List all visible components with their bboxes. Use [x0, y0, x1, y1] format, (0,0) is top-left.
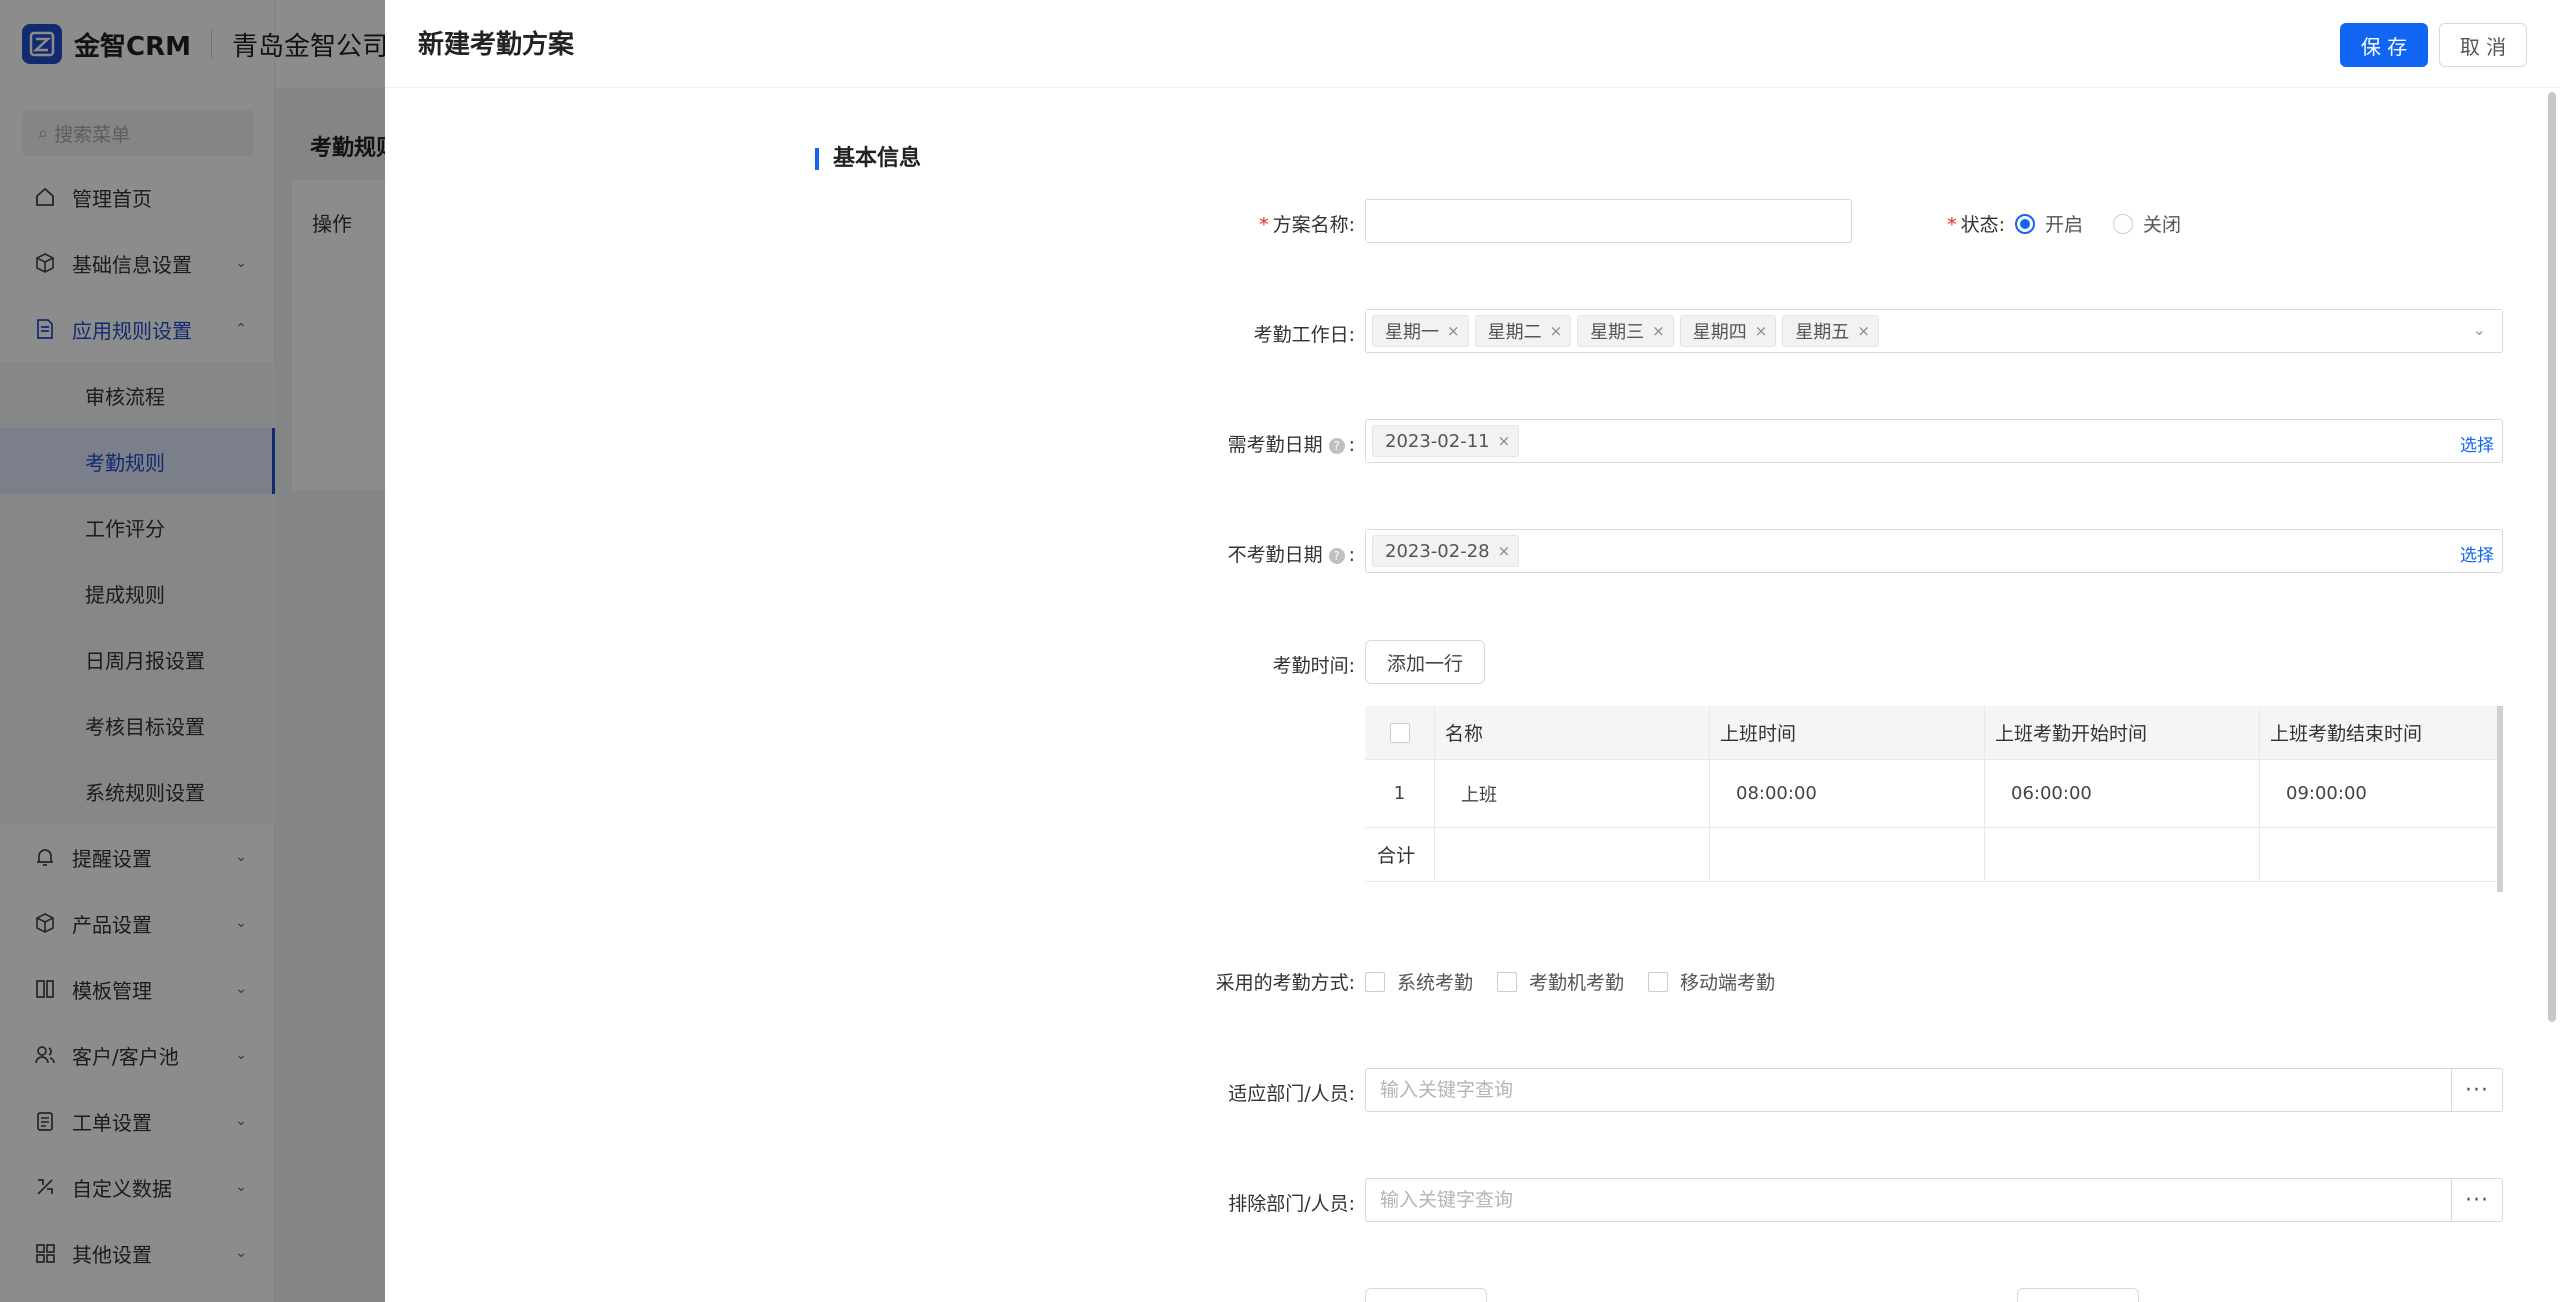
methods-label: 采用的考勤方式:: [1215, 972, 1355, 994]
date-tag: 2023-02-28 ×: [1372, 535, 1520, 567]
no-dates-label: 不考勤日期?:: [1227, 544, 1355, 566]
column-header: 上班考勤结束时间: [2260, 706, 2497, 760]
dept-search-input[interactable]: [1365, 1068, 2451, 1112]
column-header: 上班考勤开始时间: [1985, 706, 2260, 760]
method-mobile-checkbox[interactable]: 移动端考勤: [1648, 968, 1775, 995]
row-check-start-cell[interactable]: 06:00:00: [1985, 760, 2260, 828]
plan-name-input[interactable]: [1365, 199, 1852, 243]
column-header: 名称: [1435, 706, 1710, 760]
row-start-time-cell[interactable]: 08:00:00: [1710, 760, 1985, 828]
radio-unchecked-icon: [2113, 213, 2134, 234]
method-machine-checkbox[interactable]: 考勤机考勤: [1497, 968, 1624, 995]
no-dates-pick-link[interactable]: 选择: [2460, 541, 2494, 566]
summary-cell: [1710, 828, 1985, 882]
workday-tag: 星期二 ×: [1474, 315, 1572, 347]
exclude-label: 排除部门/人员:: [1228, 1193, 1355, 1215]
cancel-button[interactable]: 取 消: [2439, 23, 2527, 67]
checkbox-unchecked-icon: [1365, 971, 1385, 992]
attendance-time-label: 考勤时间:: [1272, 655, 1355, 677]
summary-cell: [1435, 828, 1710, 882]
required-mark: *: [1947, 214, 1957, 236]
need-dates-label: 需考勤日期?:: [1227, 434, 1355, 456]
need-dates-pick-link[interactable]: 选择: [2460, 431, 2494, 456]
workday-tag: 星期四 ×: [1679, 315, 1777, 347]
help-icon[interactable]: ?: [1328, 547, 1345, 564]
table-summary-row: 合计: [1365, 828, 2497, 882]
tag-close-icon[interactable]: ×: [1857, 322, 1870, 340]
tag-close-icon[interactable]: ×: [1755, 322, 1768, 340]
chevron-down-icon: ⌄: [2472, 320, 2486, 339]
status-radio-on[interactable]: 开启: [2015, 210, 2083, 237]
table-row[interactable]: 1 上班 08:00:00 06:00:00 09:00:00: [1365, 760, 2497, 828]
no-dates-field[interactable]: 2023-02-28 × 选择: [1365, 529, 2503, 573]
status-radio-off[interactable]: 关闭: [2113, 210, 2181, 237]
checkbox-unchecked-icon: [1497, 971, 1518, 992]
drawer-title: 新建考勤方案: [418, 30, 575, 60]
summary-cell: [1985, 828, 2260, 882]
section-title-basic-info: 基本信息: [815, 148, 921, 170]
workdays-select[interactable]: 星期一 × 星期二 × 星期三 × 星期四 × 星期五 × ⌄: [1365, 309, 2503, 353]
attendance-time-table: 名称 上班时间 上班考勤开始时间 上班考勤结束时间 1 上班 08:00:00 …: [1365, 706, 2503, 892]
workday-tag: 星期一 ×: [1372, 315, 1469, 347]
row-index: 1: [1365, 760, 1435, 828]
row-name-cell[interactable]: 上班: [1435, 760, 1710, 828]
status-radio-group: 开启 关闭: [2015, 210, 2211, 237]
column-header: 上班时间: [1710, 706, 1985, 760]
workday-tag: 星期三 ×: [1577, 315, 1674, 347]
plan-name-label: * 方案名称:: [1259, 214, 1355, 236]
tag-close-icon[interactable]: ×: [1498, 432, 1511, 450]
drawer-scrollbar[interactable]: [2548, 92, 2556, 1022]
select-all-checkbox[interactable]: [1389, 722, 1410, 743]
dept-more-button[interactable]: ···: [2451, 1068, 2503, 1112]
exclude-more-button[interactable]: ···: [2451, 1178, 2503, 1222]
required-mark: *: [1259, 214, 1269, 236]
summary-label: 合计: [1365, 828, 1435, 882]
exclude-search-input[interactable]: [1365, 1178, 2451, 1222]
methods-checkbox-group: 系统考勤 考勤机考勤 移动端考勤: [1365, 968, 1799, 995]
partial-control[interactable]: [1365, 1288, 1487, 1302]
tag-close-icon[interactable]: ×: [1652, 322, 1665, 340]
need-dates-field[interactable]: 2023-02-11 × 选择: [1365, 419, 2503, 463]
save-button[interactable]: 保 存: [2340, 23, 2428, 67]
select-all-cell: [1365, 706, 1435, 760]
checkbox-unchecked-icon: [1648, 971, 1669, 992]
radio-checked-icon: [2015, 213, 2035, 234]
tag-close-icon[interactable]: ×: [1498, 542, 1511, 560]
status-label: * 状态:: [1947, 214, 2005, 236]
dept-lookup: ···: [1365, 1068, 2503, 1112]
exclude-lookup: ···: [1365, 1178, 2503, 1222]
date-tag: 2023-02-11 ×: [1372, 425, 1520, 457]
dept-label: 适应部门/人员:: [1228, 1083, 1355, 1105]
drawer-header: 新建考勤方案 保 存 取 消: [385, 0, 2560, 88]
workday-tag: 星期五 ×: [1782, 315, 1879, 347]
tag-close-icon[interactable]: ×: [1447, 322, 1460, 340]
tag-close-icon[interactable]: ×: [1550, 322, 1563, 340]
table-header-row: 名称 上班时间 上班考勤开始时间 上班考勤结束时间: [1365, 706, 2497, 760]
partial-control[interactable]: [2017, 1288, 2139, 1302]
new-attendance-plan-drawer: 新建考勤方案 保 存 取 消 基本信息 * 方案名称: * 状态: 开启 关闭 考勤…: [385, 0, 2560, 1302]
help-icon[interactable]: ?: [1328, 437, 1345, 454]
method-system-checkbox[interactable]: 系统考勤: [1365, 968, 1473, 995]
summary-cell: [2260, 828, 2497, 882]
add-row-button[interactable]: 添加一行: [1365, 640, 1485, 684]
workdays-label: 考勤工作日:: [1253, 324, 1355, 346]
row-check-end-cell[interactable]: 09:00:00: [2260, 760, 2497, 828]
